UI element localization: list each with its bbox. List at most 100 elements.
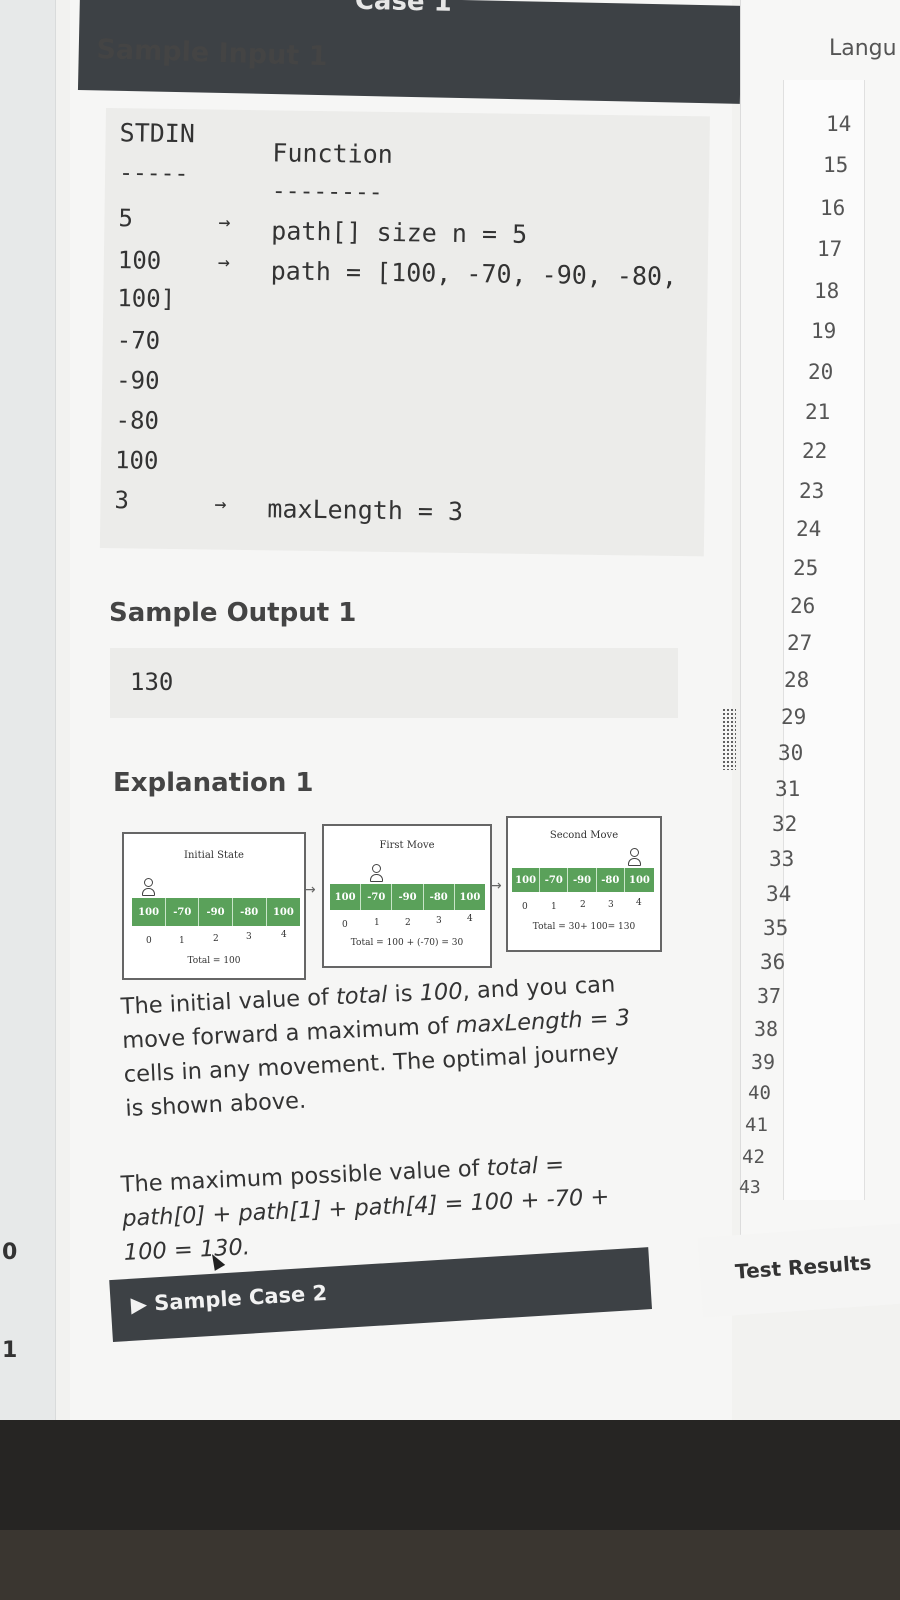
left-strip-number-1: 1 [2, 1338, 18, 1363]
line-number: 43 [739, 1177, 761, 1198]
person-icon [142, 878, 155, 898]
sample-input-box: STDIN Function ----- -------- 5 → path[]… [99, 108, 710, 557]
path-cell: -70 [361, 884, 393, 910]
line-number: 34 [766, 882, 792, 906]
path-cell: 100 [272, 906, 294, 918]
line-number: 35 [763, 916, 789, 940]
arrow-glyph: → [214, 491, 227, 516]
line-number: 38 [754, 1017, 779, 1041]
stdin-row: 100 [114, 446, 159, 475]
para-italic: 100 [419, 978, 464, 1007]
path-cell: -90 [392, 884, 424, 910]
stdin-row: 100 [117, 246, 162, 275]
person-icon [628, 848, 641, 868]
line-number: 39 [751, 1050, 776, 1074]
code-editor-panel[interactable]: Langu [740, 0, 900, 1300]
path-cell: 100 [629, 874, 650, 886]
path-cells: 100 -70 -90 -80 100 [512, 868, 654, 892]
cell-index: 1 [551, 902, 557, 912]
line-number: 19 [811, 319, 837, 343]
arrow-glyph: → [218, 209, 231, 234]
para-text: is [386, 980, 421, 1008]
explanation-diagram: Initial State 100 -70 -90 -80 100 0 1 2 … [118, 816, 668, 990]
line-number: 41 [745, 1114, 768, 1136]
cell-index: 4 [467, 914, 473, 924]
language-selector[interactable]: Langu [829, 36, 897, 61]
line-number: 23 [799, 479, 825, 503]
cell-index: 0 [146, 936, 152, 946]
panel-total: Total = 30+ 100= 130 [532, 922, 636, 932]
explanation-heading: Explanation 1 [113, 768, 314, 798]
line-number: 37 [757, 984, 782, 1008]
cell-index: 4 [636, 898, 642, 908]
line-number: 27 [787, 631, 813, 655]
para-italic: maxLength = 3 [455, 1004, 631, 1039]
line-number: 28 [784, 668, 810, 692]
line-number: 29 [781, 705, 807, 729]
sample-case-1-title: Case 1 [354, 0, 453, 18]
path-cell: -70 [166, 898, 200, 926]
line-number: 36 [760, 950, 786, 974]
diagram-panel-first-move: First Move 100 -70 -90 -80 100 0 1 2 3 4… [322, 824, 492, 968]
stdin-divider: ----- [118, 160, 189, 188]
explanation-paragraph-1: The initial value of total is 100, and y… [120, 966, 646, 1125]
path-cell: 100 [459, 891, 481, 903]
sample-output-heading: Sample Output 1 [109, 598, 357, 628]
panel-total: Total = 100 [187, 956, 241, 966]
panel-total: Total = 100 + (-70) = 30 [350, 938, 464, 948]
path-cell: -80 [233, 898, 267, 926]
path-cell: 100 [132, 898, 167, 926]
stdin-row: -80 [115, 406, 160, 435]
cell-index: 4 [281, 930, 287, 940]
sample-output-value: 130 [130, 668, 174, 696]
cell-index: 0 [522, 902, 528, 912]
panel-resize-handle[interactable] [722, 708, 736, 770]
line-number: 40 [748, 1082, 771, 1104]
path-cells: 100 -70 -90 -80 100 [330, 884, 485, 910]
line-number: 25 [793, 556, 819, 580]
function-row: path = [100, -70, -90, -80, [270, 256, 678, 291]
cell-index: 2 [213, 934, 219, 944]
line-number: 15 [823, 153, 849, 177]
arrow-icon: → [304, 882, 316, 898]
triangle-right-icon: ▶ [130, 1291, 148, 1317]
path-cells: 100 -70 -90 -80 100 [132, 898, 300, 926]
panel-title: Initial State [184, 850, 244, 861]
line-number: 22 [802, 439, 828, 463]
line-number: 32 [772, 812, 798, 836]
path-cell: -90 [199, 898, 233, 926]
stdin-row: -90 [116, 366, 160, 395]
line-number: 31 [775, 777, 801, 801]
cell-index: 3 [436, 916, 442, 926]
cell-index: 2 [405, 918, 411, 928]
path-cell: 100 [330, 884, 362, 910]
line-number: 20 [808, 360, 834, 384]
cell-index: 2 [580, 900, 586, 910]
path-cell: -80 [597, 868, 625, 892]
line-number: 18 [814, 279, 840, 303]
person-icon [370, 864, 383, 884]
para-italic: total [335, 981, 389, 1011]
desk-surface [0, 1530, 900, 1600]
function-header: Function [272, 138, 394, 170]
panel-title: First Move [379, 840, 435, 851]
line-number: 16 [820, 196, 846, 220]
path-cell: 100 [512, 868, 541, 892]
left-panel-strip: 0 1 [0, 0, 56, 1440]
function-row: path[] size n = 5 [271, 216, 528, 249]
cell-index: 3 [246, 932, 252, 942]
diagram-panel-initial: Initial State 100 -70 -90 -80 100 0 1 2 … [122, 832, 306, 980]
stdin-row: 5 [118, 204, 134, 233]
sample-output-box: 130 [110, 648, 678, 718]
path-cell: -70 [540, 868, 569, 892]
line-number: 24 [796, 517, 822, 541]
line-number: 33 [769, 847, 795, 871]
left-strip-number-0: 0 [2, 1240, 18, 1265]
panel-title: Second Move [549, 830, 619, 841]
cell-index: 3 [608, 900, 614, 910]
stdin-row: 3 [114, 486, 130, 515]
line-number: 26 [790, 594, 816, 618]
line-number: 30 [778, 741, 804, 765]
line-number: 21 [805, 400, 831, 424]
cell-index: 1 [179, 936, 185, 946]
